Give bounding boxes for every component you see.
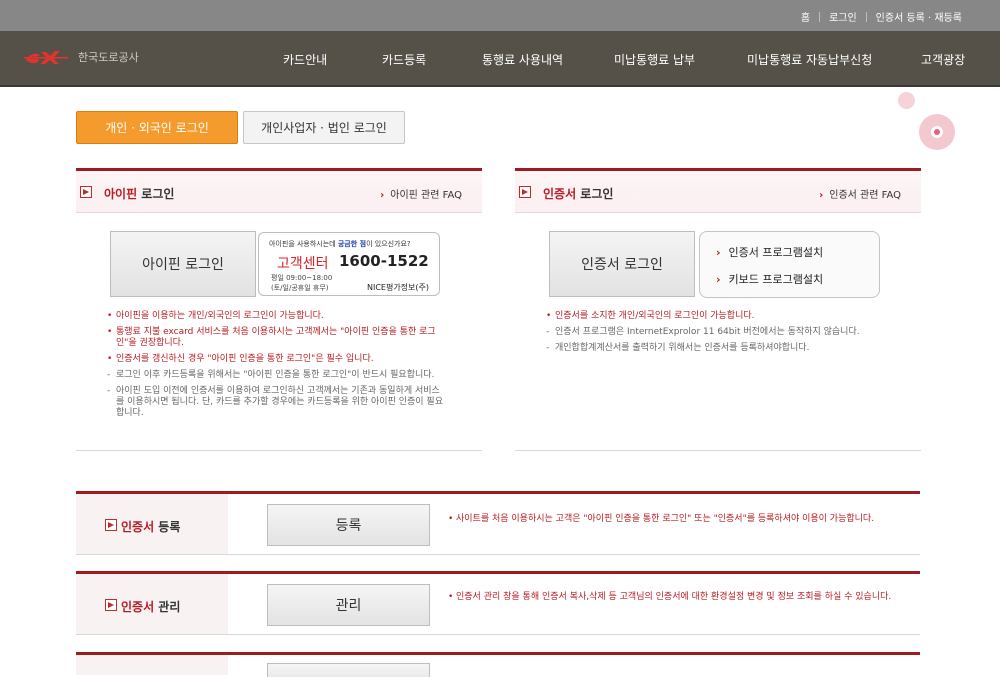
login-link[interactable]: 로그인 (829, 9, 857, 24)
note-item: 인증서를 갱신하신 경우 "아이핀 인증을 통한 로그인"은 필수 입니다. (107, 354, 447, 365)
panel-header: 인증서 로그인 › 인증서 관련 FAQ (515, 171, 921, 213)
ipin-help-box: 아이핀을 사용하시는데 궁금한 점이 있으신가요? 고객센터 1600-1522… (258, 232, 440, 296)
ipin-login-panel: 아이핀 로그인 › 아이핀 관련 FAQ 아이핀 로그인 아이핀을 사용하시는데 … (76, 168, 482, 451)
arrow-box-icon (105, 599, 117, 611)
panel-title: 인증서 로그인 (519, 185, 614, 202)
note-item: 개인합합계계산서를 출력하기 위해서는 인증서를 등록하셔야합니다. (546, 343, 886, 354)
note-item: 아이핀을 이용하는 개인/외국인의 로그인이 가능합니다. (107, 311, 447, 322)
chevron-right-icon: › (716, 273, 721, 286)
faq-label: 아이핀 관련 FAQ (390, 190, 462, 201)
help-question: 아이핀을 사용하시는데 궁금한 점이 있으신가요? (269, 240, 411, 248)
section-title: 인증서 관리 (105, 598, 180, 615)
arrow-box-icon (519, 186, 531, 198)
ex-logo-icon (24, 51, 68, 64)
arrow-box-icon (105, 519, 117, 531)
section-header (76, 655, 228, 675)
cert-faq-link[interactable]: › 인증서 관련 FAQ (819, 186, 901, 201)
utility-links: 홈 로그인 인증서 등록 · 재등록 (801, 9, 962, 24)
cert-login-button[interactable]: 인증서 로그인 (549, 231, 695, 297)
nav-card-guide[interactable]: 카드안내 (283, 51, 327, 68)
next-section-edge (76, 652, 920, 677)
section-note: 인증서 관리 창을 통해 인증서 복사,삭제 등 고객님의 인증서에 대한 환경… (448, 591, 918, 603)
title-rest: 로그인 (137, 187, 175, 201)
section-title: 인증서 등록 (105, 518, 180, 535)
program-install-box: › 인증서 프로그램설치 › 키보드 프로그램설치 (699, 231, 880, 298)
faq-label: 인증서 관련 FAQ (829, 190, 901, 201)
help-center-label: 고객센터 (277, 256, 329, 272)
divider (819, 11, 821, 22)
ipin-notes: 아이핀을 이용하는 개인/외국인의 로그인이 가능합니다. 통행료 지불 exc… (107, 311, 447, 424)
cert-manage-section: 인증서 관리 관리 인증서 관리 창을 통해 인증서 복사,삭제 등 고객님의 … (76, 571, 920, 635)
note-item: 로그인 이후 카드등록을 위해서는 "아이핀 인증을 통한 로그인"이 반드시 … (107, 370, 447, 381)
ipin-faq-link[interactable]: › 아이핀 관련 FAQ (380, 186, 462, 201)
section-button-partial[interactable] (267, 663, 430, 677)
arrow-box-icon (80, 186, 92, 198)
help-provider: NICE평가정보(주) (366, 283, 429, 292)
note-item: 아이핀 도입 이전에 인증서를 이용하여 로그인하신 고객께서는 기존과 동일하… (107, 386, 447, 419)
logo[interactable]: 한국도로공사 (24, 47, 139, 67)
title-rest: 로그인 (576, 187, 614, 201)
help-hours: 평일 09:00~18:00 (토/일/공휴일 휴무) (271, 274, 333, 292)
cert-program-install-link[interactable]: › 인증서 프로그램설치 (716, 244, 823, 260)
cert-register-link[interactable]: 인증서 등록 · 재등록 (876, 9, 962, 24)
home-link[interactable]: 홈 (801, 9, 810, 24)
panel-header: 아이핀 로그인 › 아이핀 관련 FAQ (76, 171, 482, 213)
keyboard-program-install-link[interactable]: › 키보드 프로그램설치 (716, 271, 823, 287)
utility-bar: 홈 로그인 인증서 등록 · 재등록 (0, 0, 1000, 31)
cert-register-section: 인증서 등록 등록 사이트를 처음 이용하시는 고객은 "아이핀 인증을 통한 … (76, 491, 920, 555)
cert-manage-button[interactable]: 관리 (267, 584, 430, 626)
nav-card-register[interactable]: 카드등록 (382, 51, 426, 68)
nav-usage-history[interactable]: 통행료 사용내역 (482, 51, 563, 68)
title-highlight: 아이핀 (104, 187, 138, 201)
nav-auto-payment[interactable]: 미납통행료 자동납부신청 (747, 51, 872, 68)
nav-customer-plaza[interactable]: 고객광장 (921, 51, 965, 68)
note-item: 통행료 지불 excard 서비스를 처음 이용하시는 고객께서는 "아이핀 인… (107, 327, 447, 349)
nav-unpaid-payment[interactable]: 미납통행료 납부 (614, 51, 695, 68)
note-item: 인증서를 소지한 개인/외국인의 로그인이 가능합니다. (546, 311, 886, 322)
brand-name: 한국도로공사 (78, 51, 139, 64)
tab-business-login[interactable]: 개인사업자 · 법인 로그인 (243, 111, 405, 144)
divider (865, 11, 867, 22)
note-item: 인증서 프로그램은 InternetExprolor 11 64bit 버전에서… (546, 327, 886, 338)
help-phone: 1600-1522 (339, 252, 429, 270)
main-navigation: 한국도로공사 카드안내 카드등록 통행료 사용내역 미납통행료 납부 미납통행료… (0, 31, 1000, 87)
section-note: 사이트를 처음 이용하시는 고객은 "아이핀 인증을 통한 로그인" 또는 "인… (448, 513, 918, 525)
panel-title: 아이핀 로그인 (80, 185, 175, 202)
section-header: 인증서 관리 (76, 574, 228, 634)
title-highlight: 인증서 (543, 187, 577, 201)
tab-personal-login[interactable]: 개인 · 외국인 로그인 (76, 111, 238, 144)
ipin-login-button[interactable]: 아이핀 로그인 (110, 231, 256, 297)
cert-register-button[interactable]: 등록 (267, 504, 430, 546)
chevron-right-icon: › (716, 246, 721, 259)
decorative-circle (898, 92, 915, 109)
cert-login-panel: 인증서 로그인 › 인증서 관련 FAQ 인증서 로그인 › 인증서 프로그램설치 … (515, 168, 921, 451)
chevron-right-icon: › (380, 190, 385, 201)
cert-notes: 인증서를 소지한 개인/외국인의 로그인이 가능합니다. 인증서 프로그램은 I… (546, 311, 886, 359)
chevron-right-icon: › (819, 190, 824, 201)
decorative-circle (919, 114, 955, 150)
section-header: 인증서 등록 (76, 494, 228, 554)
